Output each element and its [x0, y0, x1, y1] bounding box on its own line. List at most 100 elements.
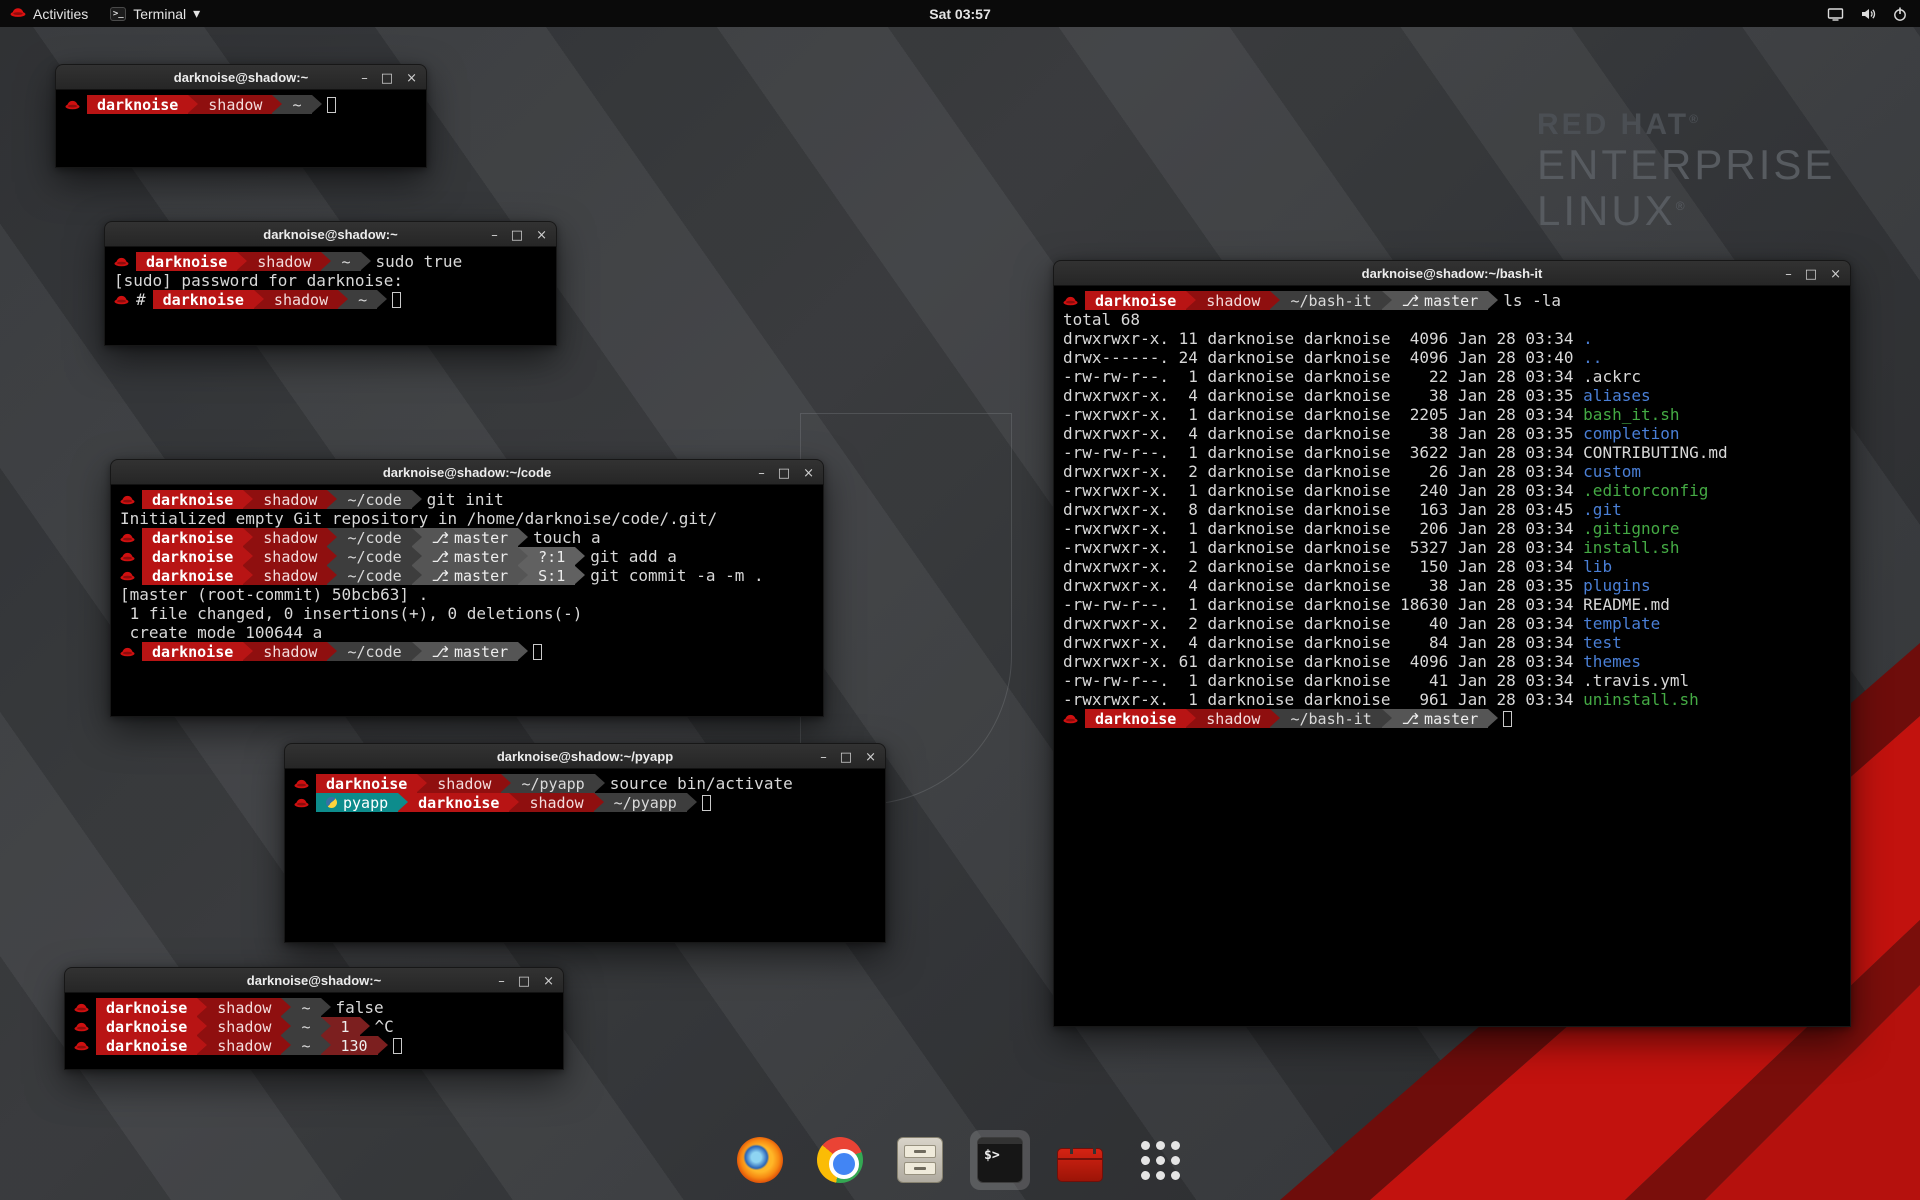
terminal-text: total 68 — [1063, 310, 1140, 329]
terminal-text: themes — [1583, 652, 1641, 671]
minimize-button[interactable]: – — [758, 467, 765, 480]
prompt-segment-user: darknoise — [96, 1036, 197, 1055]
terminal-body[interactable]: darknoiseshadow~falsedarknoiseshadow~1^C… — [64, 993, 564, 1070]
terminal-text: drwxrwxr-x. 4 darknoise darknoise 38 Jan… — [1063, 424, 1583, 443]
terminal-cursor — [533, 644, 542, 660]
maximize-button[interactable]: □ — [518, 975, 530, 988]
prompt-segment-label: shadow — [529, 794, 583, 812]
window-titlebar[interactable]: darknoise@shadow:~/code – □ × — [110, 459, 824, 485]
terminal-line: drwxrwxr-x. 8 darknoise darknoise 163 Ja… — [1063, 500, 1841, 519]
terminal-text: -rwxrwxr-x. 1 darknoise darknoise 2205 J… — [1063, 405, 1583, 424]
close-button[interactable]: × — [1830, 268, 1841, 281]
terminal-body[interactable]: darknoiseshadow~ — [55, 90, 427, 168]
chevron-down-icon: ▾ — [193, 5, 200, 22]
terminal-body[interactable]: darknoiseshadow~/pyappsource bin/activat… — [284, 769, 886, 943]
terminal-cursor — [392, 292, 401, 308]
window-titlebar[interactable]: darknoise@shadow:~ – □ × — [64, 967, 564, 993]
prompt-segment-label: darknoise — [152, 548, 233, 566]
terminal-text: sudo true — [376, 252, 463, 271]
terminal-body[interactable]: darknoiseshadow~/bash-it⎇masterls -latot… — [1053, 286, 1851, 1027]
prompt-segment-git: ⎇master — [1382, 291, 1488, 310]
dock-item-app-grid[interactable] — [1130, 1130, 1190, 1190]
prompt-segment-user: darknoise — [96, 998, 197, 1017]
terminal-text: -rw-rw-r--. 1 darknoise darknoise 3622 J… — [1063, 443, 1583, 462]
terminal-text: -rw-rw-r--. 1 darknoise darknoise 18630 … — [1063, 595, 1583, 614]
terminal-line: [sudo] password for darknoise: — [114, 271, 547, 290]
prompt-segment-label: ~/pyapp — [614, 794, 677, 812]
terminal-line: drwxrwxr-x. 2 darknoise darknoise 150 Ja… — [1063, 557, 1841, 576]
prompt-segment-path: ~/bash-it — [1270, 291, 1381, 310]
prompt-segment-label: darknoise — [152, 643, 233, 661]
terminal-text: -rwxrwxr-x. 1 darknoise darknoise 206 Ja… — [1063, 519, 1583, 538]
maximize-button[interactable]: □ — [1805, 268, 1817, 281]
window-titlebar[interactable]: darknoise@shadow:~ – □ × — [104, 221, 557, 247]
display-icon[interactable] — [1827, 6, 1844, 22]
prompt-segment-label: ~/code — [347, 567, 401, 585]
prompt-segment-label: 130 — [341, 1037, 368, 1055]
dock-item-redhat-toolbox[interactable] — [1050, 1130, 1110, 1190]
prompt-segment-label: 1 — [341, 1018, 350, 1036]
prompt-segment-label: shadow — [208, 96, 262, 114]
prompt-segment-host: shadow — [254, 290, 338, 309]
terminal-line: darknoiseshadow~/code⎇master — [120, 642, 814, 661]
minimize-button[interactable]: – — [361, 72, 368, 85]
terminal-line: [master (root-commit) 50bcb63] . — [120, 585, 814, 604]
prompt-segment-host: shadow — [197, 1017, 281, 1036]
maximize-button[interactable]: □ — [778, 467, 790, 480]
window-titlebar[interactable]: darknoise@shadow:~/bash-it – □ × — [1053, 260, 1851, 286]
terminal-body[interactable]: darknoiseshadow~/codegit initInitialized… — [110, 485, 824, 717]
terminal-body[interactable]: darknoiseshadow~sudo true[sudo] password… — [104, 247, 557, 346]
terminal-text: .travis.yml — [1583, 671, 1689, 690]
terminal-text: ^C — [375, 1017, 394, 1036]
close-button[interactable]: × — [406, 72, 417, 85]
window-title: darknoise@shadow:~/bash-it — [1362, 266, 1543, 281]
minimize-button[interactable]: – — [820, 751, 827, 764]
prompt-segment-label: ~/code — [347, 491, 401, 509]
terminal-line: drwxrwxr-x. 2 darknoise darknoise 26 Jan… — [1063, 462, 1841, 481]
maximize-button[interactable]: □ — [511, 229, 523, 242]
close-button[interactable]: × — [865, 751, 876, 764]
maximize-button[interactable]: □ — [381, 72, 393, 85]
terminal-line: darknoiseshadow~sudo true — [114, 252, 547, 271]
prompt-segment-label: ~/code — [347, 529, 401, 547]
prompt-segment-label: shadow — [217, 999, 271, 1017]
terminal-line: 1 file changed, 0 insertions(+), 0 delet… — [120, 604, 814, 623]
volume-icon[interactable] — [1860, 6, 1876, 22]
prompt-segment-label: master — [1424, 710, 1478, 728]
terminal-text: drwxrwxr-x. 2 darknoise darknoise 150 Ja… — [1063, 557, 1583, 576]
terminal-text: # — [136, 290, 146, 309]
terminal-line: drwxrwxr-x. 4 darknoise darknoise 38 Jan… — [1063, 576, 1841, 595]
power-icon[interactable] — [1892, 6, 1908, 22]
maximize-button[interactable]: □ — [840, 751, 852, 764]
terminal-line: -rwxrwxr-x. 1 darknoise darknoise 240 Ja… — [1063, 481, 1841, 500]
system-status-area[interactable] — [1827, 6, 1908, 22]
terminal-text: 1 file changed, 0 insertions(+), 0 delet… — [120, 604, 582, 623]
terminal-line: darknoiseshadow~/code⎇mastertouch a — [120, 528, 814, 547]
terminal-text: custom — [1583, 462, 1641, 481]
dock-item-terminal[interactable]: $> — [970, 1130, 1030, 1190]
dock-item-chrome[interactable] — [810, 1130, 870, 1190]
terminal-text: .. — [1583, 348, 1602, 367]
dock-item-files[interactable] — [890, 1130, 950, 1190]
prompt-segment-user: darknoise — [142, 547, 243, 566]
terminal-text: README.md — [1583, 595, 1670, 614]
close-button[interactable]: × — [543, 975, 554, 988]
minimize-button[interactable]: – — [491, 229, 498, 242]
prompt-segment-user: darknoise — [142, 490, 243, 509]
minimize-button[interactable]: – — [498, 975, 505, 988]
terminal-text: source bin/activate — [610, 774, 793, 793]
window-titlebar[interactable]: darknoise@shadow:~/pyapp – □ × — [284, 743, 886, 769]
activities-button[interactable]: Activities — [0, 5, 88, 22]
redhat-prompt-icon — [74, 1039, 89, 1052]
window-titlebar[interactable]: darknoise@shadow:~ – □ × — [55, 64, 427, 90]
app-menu-terminal[interactable]: >_ Terminal ▾ — [110, 5, 200, 22]
close-button[interactable]: × — [803, 467, 814, 480]
minimize-button[interactable]: – — [1785, 268, 1792, 281]
clock[interactable]: Sat 03:57 — [929, 6, 990, 22]
dock-item-firefox[interactable] — [730, 1130, 790, 1190]
prompt-segment-path: ~/pyapp — [501, 774, 594, 793]
prompt-segment-host: shadow — [243, 566, 327, 585]
prompt-segment-label: shadow — [274, 291, 328, 309]
close-button[interactable]: × — [536, 229, 547, 242]
terminal-text: -rw-rw-r--. 1 darknoise darknoise 22 Jan… — [1063, 367, 1583, 386]
